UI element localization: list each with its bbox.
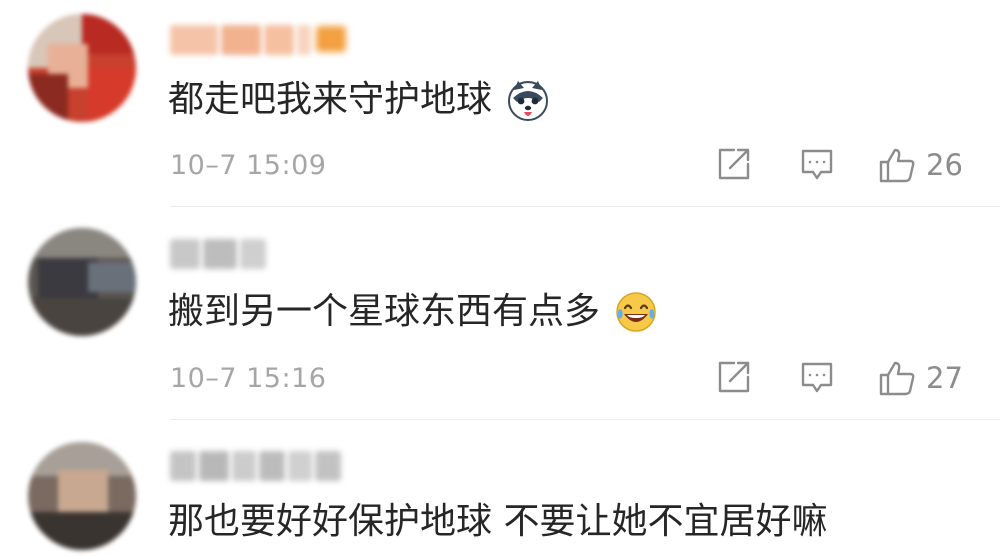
comment-body: 都走吧我来守护地球: [168, 79, 493, 120]
comment-item: 都走吧我来守护地球 10–7 15:09 26: [0, 0, 1000, 207]
divider: [170, 419, 1000, 420]
reply-button[interactable]: [800, 359, 834, 395]
share-button[interactable]: [716, 146, 752, 182]
comment-meta: 10–7 15:09 26: [170, 146, 970, 186]
like-button[interactable]: 26: [878, 146, 963, 184]
username[interactable]: [170, 24, 314, 56]
divider: [170, 206, 1000, 207]
timestamp: 10–7 15:16: [170, 363, 327, 394]
thumbs-up-icon: [879, 361, 915, 396]
comment-text: 搬到另一个星球东西有点多: [168, 290, 658, 334]
avatar[interactable]: [28, 442, 136, 550]
username[interactable]: [170, 238, 269, 270]
username[interactable]: [170, 450, 344, 482]
like-count: 26: [926, 148, 963, 182]
reply-button[interactable]: [800, 146, 834, 182]
share-icon: [718, 361, 750, 393]
husky-dog-emoji: [506, 78, 550, 122]
comment-icon: [801, 362, 833, 393]
comment-meta: 10–7 15:16 27: [170, 359, 970, 399]
avatar[interactable]: [28, 228, 136, 336]
like-count: 27: [926, 361, 963, 395]
like-button[interactable]: 27: [878, 359, 963, 397]
laugh-cry-emoji: [614, 290, 658, 334]
vip-badge-icon: [316, 26, 346, 52]
comment-text: 都走吧我来守护地球: [168, 78, 550, 122]
share-icon: [718, 148, 750, 180]
comment-text: 那也要好好保护地球 不要让她不宜居好嘛: [168, 500, 827, 544]
comment-icon: [801, 149, 833, 180]
comment-body: 搬到另一个星球东西有点多: [168, 291, 601, 332]
comment-body: 那也要好好保护地球 不要让她不宜居好嘛: [168, 501, 828, 542]
timestamp: 10–7 15:09: [170, 150, 327, 181]
thumbs-up-icon: [879, 148, 915, 183]
avatar[interactable]: [28, 14, 136, 122]
share-button[interactable]: [716, 359, 752, 395]
